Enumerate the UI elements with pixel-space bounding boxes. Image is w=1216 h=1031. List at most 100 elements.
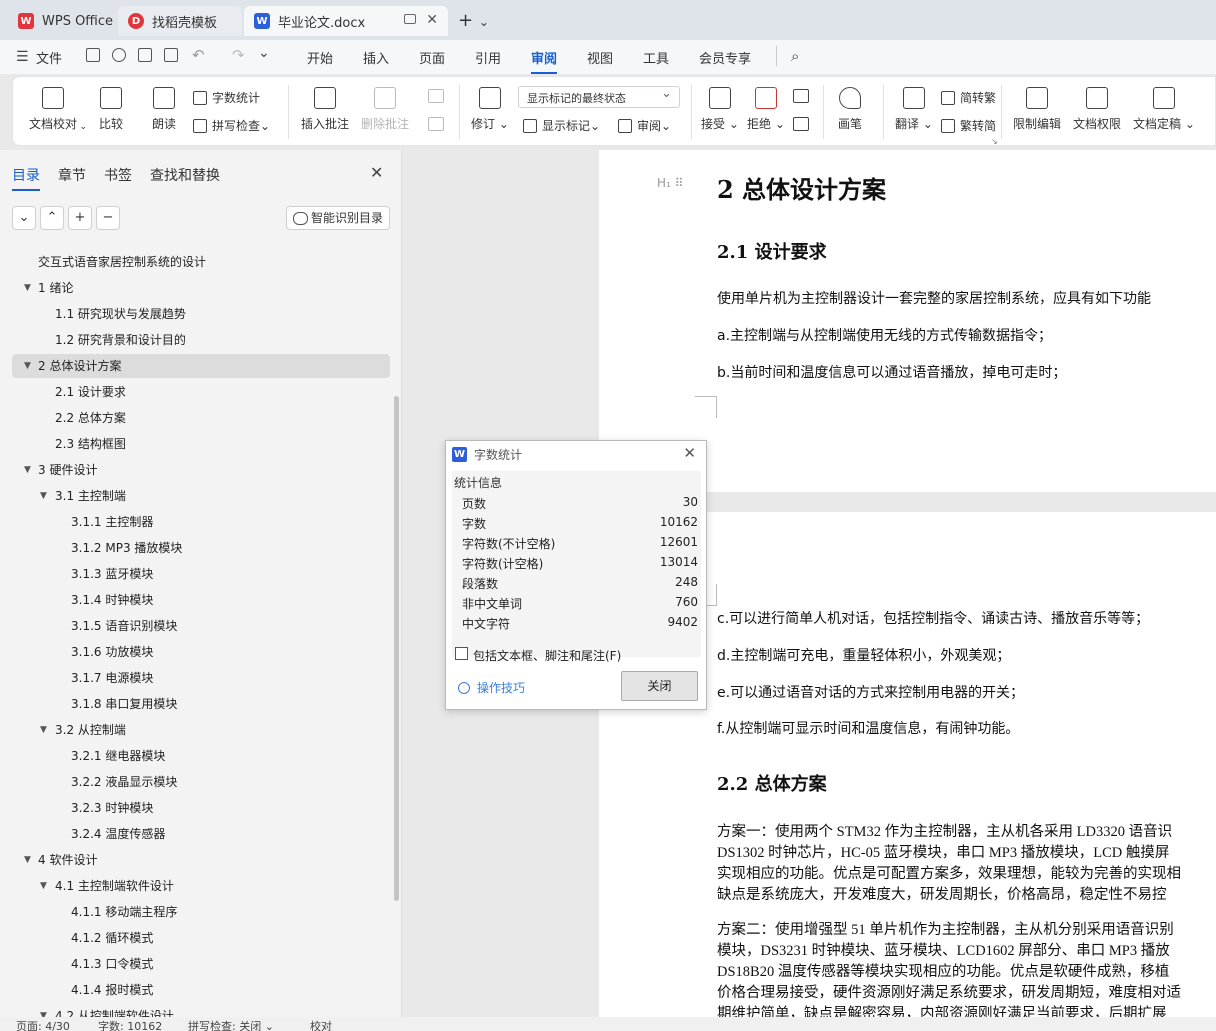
expand-toggle-icon[interactable]: ▼ bbox=[40, 484, 47, 508]
toc-item[interactable]: ▼ 3.2 从控制端 bbox=[0, 718, 390, 742]
menu-review[interactable]: 审阅 bbox=[531, 48, 558, 74]
prev-change-icon[interactable] bbox=[793, 89, 809, 103]
smart-toc-button[interactable]: 智能识别目录 bbox=[286, 206, 390, 230]
toc-item[interactable]: ▼ 4.1 主控制端软件设计 bbox=[0, 874, 390, 898]
menu-page[interactable]: 页面 bbox=[419, 48, 445, 67]
toc-item[interactable]: 4.1.4 报时模式 bbox=[0, 978, 390, 1002]
close-dialog-icon[interactable]: ✕ bbox=[683, 444, 696, 462]
reject-button[interactable]: 拒绝 ⌄ bbox=[747, 87, 785, 132]
spell-check-button[interactable]: 拼写检查 ⌄ bbox=[193, 117, 270, 134]
menu-reference[interactable]: 引用 bbox=[475, 48, 501, 67]
translate-button[interactable]: 翻译 ⌄ bbox=[895, 87, 933, 132]
delete-comment-button[interactable]: 删除批注 bbox=[361, 87, 409, 132]
next-comment-icon[interactable] bbox=[428, 117, 444, 131]
toc-scrollbar[interactable] bbox=[394, 396, 399, 901]
ink-button[interactable]: 画笔 bbox=[838, 87, 862, 132]
word-count-indicator[interactable]: 字数: 10162 bbox=[98, 1018, 162, 1031]
promote-level-button[interactable]: + bbox=[68, 206, 92, 230]
menu-file[interactable]: 文件 bbox=[36, 48, 62, 67]
close-tab-icon[interactable]: ✕ bbox=[426, 12, 438, 28]
nav-tab-sections[interactable]: 章节 bbox=[58, 165, 86, 185]
prev-comment-icon[interactable] bbox=[428, 89, 444, 103]
compare-button[interactable]: 比较 bbox=[99, 87, 123, 132]
include-textbox-label[interactable]: 包括文本框、脚注和尾注(F) bbox=[473, 647, 621, 664]
tab-docer-templates[interactable]: D 找稻壳模板 bbox=[118, 6, 242, 36]
undo-icon[interactable]: ↶ bbox=[192, 46, 205, 64]
to-traditional-button[interactable]: 简转繁 bbox=[941, 89, 996, 106]
toc-item[interactable]: 3.1.8 串口复用模块 bbox=[0, 692, 390, 716]
toc-item[interactable]: ▼ 3 硬件设计 bbox=[0, 458, 390, 482]
window-mode-icon[interactable] bbox=[404, 14, 416, 24]
nav-tab-toc[interactable]: 目录 bbox=[12, 165, 40, 191]
menu-insert[interactable]: 插入 bbox=[363, 48, 389, 67]
toc-item[interactable]: 3.1.7 电源模块 bbox=[0, 666, 390, 690]
toc-item[interactable]: 4.1.2 循环模式 bbox=[0, 926, 390, 950]
toc-item[interactable]: 2.2 总体方案 bbox=[0, 406, 390, 430]
toc-item[interactable]: 3.1.5 语音识别模块 bbox=[0, 614, 390, 638]
toc-item[interactable]: 3.2.1 继电器模块 bbox=[0, 744, 390, 768]
toc-item[interactable]: ▼ 1 绪论 bbox=[0, 276, 390, 300]
toc-item[interactable]: 3.2.3 时钟模块 bbox=[0, 796, 390, 820]
print-preview-icon[interactable] bbox=[164, 48, 178, 62]
tips-link[interactable]: 操作技巧 bbox=[458, 679, 525, 696]
toc-item[interactable]: ▼ 4 软件设计 bbox=[0, 848, 390, 872]
toc-item[interactable]: ▼ 3.1 主控制端 bbox=[0, 484, 390, 508]
toc-item[interactable]: 4.1.3 口令模式 bbox=[0, 952, 390, 976]
spell-check-indicator[interactable]: 拼写检查: 关闭 ⌄ bbox=[188, 1018, 274, 1031]
expand-toggle-icon[interactable]: ▼ bbox=[40, 718, 47, 742]
restrict-edit-button[interactable]: 限制编辑 bbox=[1013, 87, 1061, 132]
proof-indicator[interactable]: 校对 bbox=[310, 1018, 332, 1031]
collapse-all-button[interactable]: ⌃ bbox=[40, 206, 64, 230]
toc-item[interactable]: 3.1.2 MP3 播放模块 bbox=[0, 536, 390, 560]
insert-comment-button[interactable]: 插入批注 bbox=[301, 87, 349, 132]
toc-item[interactable]: ▼ 2 总体设计方案 bbox=[12, 354, 390, 378]
tab-document[interactable]: W 毕业论文.docx ✕ bbox=[244, 6, 448, 36]
read-aloud-button[interactable]: 朗读 bbox=[152, 87, 176, 132]
nav-tab-find-replace[interactable]: 查找和替换 bbox=[150, 165, 220, 185]
toc-item[interactable]: 2.1 设计要求 bbox=[0, 380, 390, 404]
menu-tools[interactable]: 工具 bbox=[643, 48, 669, 67]
expand-all-button[interactable]: ⌄ bbox=[12, 206, 36, 230]
include-textbox-checkbox[interactable] bbox=[455, 647, 468, 660]
markup-state-select[interactable]: 显示标记的最终状态 bbox=[518, 86, 680, 108]
toc-item[interactable]: 4.1.1 移动端主程序 bbox=[0, 900, 390, 924]
toc-item[interactable]: 3.1.1 主控制器 bbox=[0, 510, 390, 534]
expand-toggle-icon[interactable]: ▼ bbox=[24, 276, 31, 300]
doc-permission-button[interactable]: 文档权限 bbox=[1073, 87, 1121, 132]
page-indicator[interactable]: 页面: 4/30 bbox=[16, 1018, 70, 1031]
to-simplified-button[interactable]: 繁转简 bbox=[941, 117, 996, 134]
heading-marker-icon[interactable]: H₁ ⠿ bbox=[657, 176, 683, 190]
expand-toggle-icon[interactable]: ▼ bbox=[24, 354, 31, 378]
review-pane-button[interactable]: 审阅 ⌄ bbox=[618, 117, 671, 134]
toc-item[interactable]: 3.2.2 液晶显示模块 bbox=[0, 770, 390, 794]
toc-item[interactable]: 交互式语音家居控制系统的设计 bbox=[0, 250, 390, 274]
search-icon[interactable]: ⌕ bbox=[791, 47, 799, 65]
doc-finalize-button[interactable]: 文档定稿 ⌄ bbox=[1133, 87, 1195, 132]
hamburger-icon[interactable]: ☰ bbox=[16, 49, 29, 65]
expand-toggle-icon[interactable]: ▼ bbox=[24, 458, 31, 482]
expand-group-icon[interactable]: ↘ bbox=[991, 137, 998, 146]
word-count-button[interactable]: 字数统计 bbox=[193, 89, 260, 106]
toc-item[interactable]: 1.2 研究背景和设计目的 bbox=[0, 328, 390, 352]
next-change-icon[interactable] bbox=[793, 117, 809, 131]
toc-item[interactable]: 3.1.4 时钟模块 bbox=[0, 588, 390, 612]
toc-item[interactable]: 2.3 结构框图 bbox=[0, 432, 390, 456]
tab-wps-office[interactable]: W WPS Office bbox=[8, 6, 116, 36]
doc-check-button[interactable]: 文档校对 ⌄ bbox=[29, 87, 87, 132]
close-button[interactable]: 关闭 bbox=[621, 671, 698, 701]
toc-item[interactable]: 3.1.3 蓝牙模块 bbox=[0, 562, 390, 586]
more-quick-icon[interactable]: ⌄ bbox=[258, 45, 270, 61]
revise-button[interactable]: 修订 ⌄ bbox=[471, 87, 509, 132]
new-tab-button[interactable]: + ⌄ bbox=[458, 10, 489, 31]
toc-item[interactable]: 3.1.6 功放模块 bbox=[0, 640, 390, 664]
accept-button[interactable]: 接受 ⌄ bbox=[701, 87, 739, 132]
menu-member[interactable]: 会员专享 bbox=[699, 48, 751, 67]
show-markup-button[interactable]: 显示标记 ⌄ bbox=[523, 117, 600, 134]
close-panel-icon[interactable]: ✕ bbox=[370, 163, 383, 182]
demote-level-button[interactable]: − bbox=[96, 206, 120, 230]
dialog-title-bar[interactable]: W 字数统计 ✕ bbox=[446, 441, 706, 467]
print-icon[interactable] bbox=[138, 48, 152, 62]
menu-home[interactable]: 开始 bbox=[307, 48, 333, 67]
nav-tab-bookmarks[interactable]: 书签 bbox=[104, 165, 132, 185]
share-icon[interactable] bbox=[112, 48, 126, 62]
